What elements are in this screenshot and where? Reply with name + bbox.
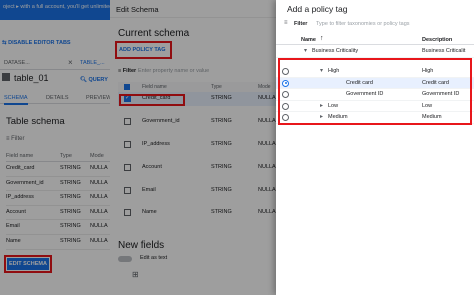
dialog-title: Add a policy tag	[287, 4, 348, 14]
filter-placeholder: Type to filter taxonomies or policy tags	[316, 21, 410, 27]
add-policy-tag-dialog: Add a policy tag ≡ Filter Type to filter…	[276, 0, 474, 295]
filter-icon: ≡	[284, 20, 288, 26]
taxonomy-row[interactable]: ▾ Business Criticality Business Critical…	[276, 46, 474, 58]
policy-table-header: Name ↑ Description	[276, 35, 474, 45]
highlight-box	[278, 58, 472, 125]
sort-arrow-icon[interactable]: ↑	[320, 35, 324, 42]
chevron-down-icon[interactable]: ▾	[304, 47, 307, 54]
policy-filter-input[interactable]: ≡ Filter Type to filter taxonomies or po…	[282, 20, 472, 30]
